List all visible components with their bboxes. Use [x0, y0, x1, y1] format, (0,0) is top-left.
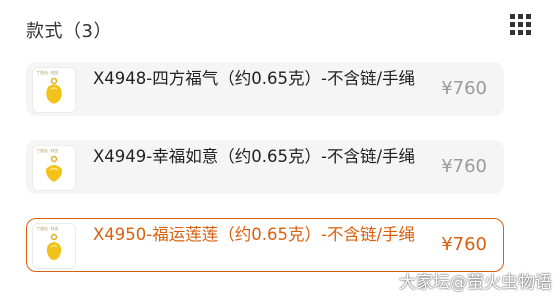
product-thumbnail: 丁香仙 ·纯金·	[32, 67, 76, 113]
style-option-price: ¥760	[441, 78, 487, 99]
section-title: 款式（3）	[26, 21, 112, 42]
grid-dots-icon[interactable]	[510, 14, 532, 36]
gold-pendant-icon	[46, 233, 62, 260]
style-option-name: X4948-四方福气（约0.65克）-不含链/手绳	[93, 69, 415, 88]
style-option-name: X4950-福运莲莲（约0.65克）-不含链/手绳	[93, 225, 415, 244]
product-thumbnail: 丁香仙 ·纯金·	[32, 223, 76, 269]
gold-pendant-icon	[46, 77, 62, 104]
style-option-list: 丁香仙 ·纯金· X4948-四方福气（约0.65克）-不含链/手绳 ¥760 …	[26, 62, 504, 296]
style-option-price: ¥760	[441, 234, 487, 255]
style-option-name: X4949-幸福如意（约0.65克）-不含链/手绳	[93, 147, 415, 166]
product-thumbnail: 丁香仙 ·纯金·	[32, 145, 76, 191]
style-option-price: ¥760	[441, 156, 487, 177]
style-option-x4948[interactable]: 丁香仙 ·纯金· X4948-四方福气（约0.65克）-不含链/手绳 ¥760	[26, 62, 504, 116]
style-option-x4950[interactable]: 丁香仙 ·纯金· X4950-福运莲莲（约0.65克）-不含链/手绳 ¥760	[26, 218, 504, 272]
gold-pendant-icon	[45, 155, 63, 182]
style-option-x4949[interactable]: 丁香仙 ·纯金· X4949-幸福如意（约0.65克）-不含链/手绳 ¥760	[26, 140, 504, 194]
watermark: 大家坛@萤火虫物语	[399, 273, 552, 293]
